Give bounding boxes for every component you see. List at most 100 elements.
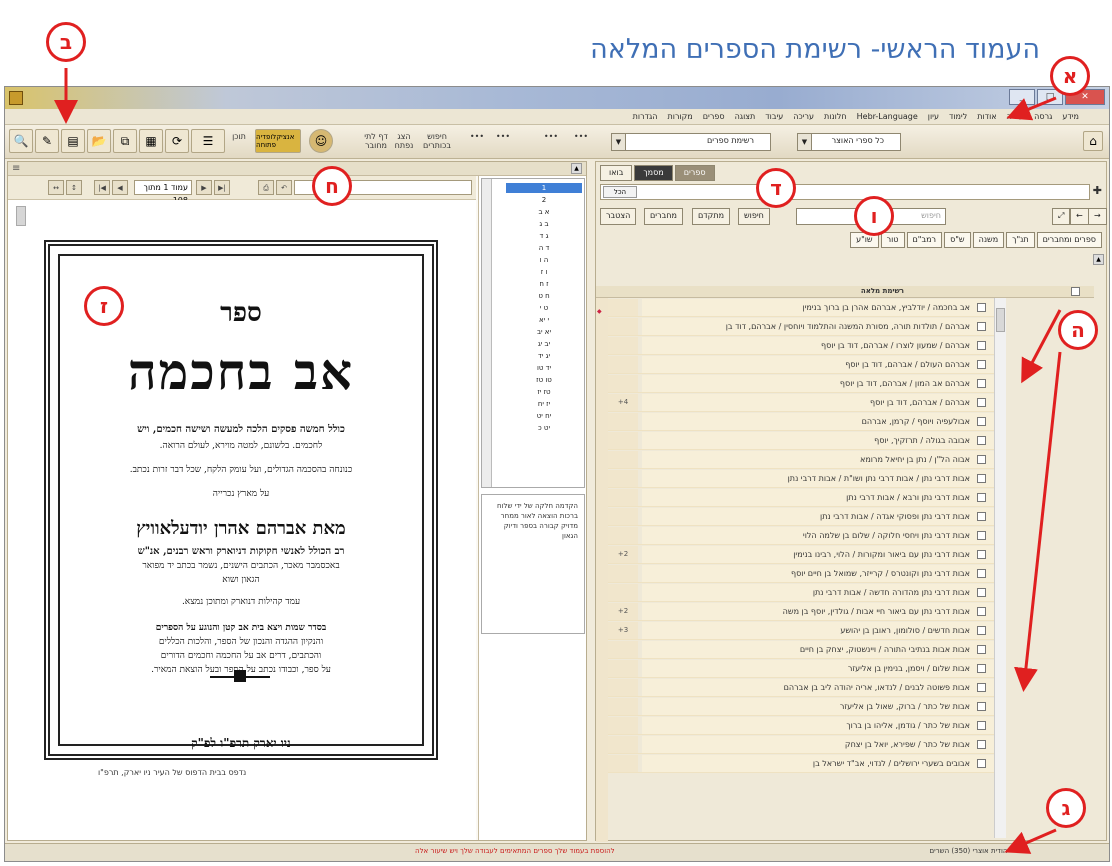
nav-dots[interactable]: ••• (493, 132, 513, 141)
category-select[interactable]: הכל (603, 186, 637, 198)
collapse-up-icon[interactable]: ▲ (571, 163, 582, 174)
encyclopedia-button[interactable]: אנציקלופדיה פתוחה (255, 129, 301, 153)
menu-item[interactable]: עריכה (793, 112, 814, 121)
list-item[interactable]: אבות דרבי נתן ופסוקי אגדה / אבות דרבי נת… (608, 508, 994, 526)
row-checkbox[interactable] (977, 398, 986, 407)
menu-item[interactable]: עזרה (1007, 112, 1025, 121)
list-item[interactable]: +2 אבות דרבי נתן עם ביאור חיי אבות / גולד… (608, 603, 994, 621)
list-item[interactable]: אבות של כתר / גודמן, אליהו בן ברוך (608, 717, 994, 735)
row-checkbox[interactable] (977, 626, 986, 635)
next-page-icon[interactable]: ▶ (196, 180, 212, 195)
nav-dots[interactable]: ••• (541, 132, 561, 141)
list-item[interactable]: אברהם העולם / אברהם, דוד בן יוסף (608, 356, 994, 374)
collapse-up-icon[interactable]: ▲ (1093, 254, 1104, 265)
row-checkbox[interactable] (977, 550, 986, 559)
filter-button[interactable]: משנה (972, 232, 1005, 248)
menu-item[interactable]: מידע (1062, 112, 1079, 121)
row-checkbox[interactable] (977, 512, 986, 521)
search-option-button[interactable]: חיפוש (738, 208, 770, 225)
fit-height-icon[interactable]: ↕ (66, 180, 82, 195)
list-item[interactable]: אבולעפיה ויוסף / קרמן, אברהם (608, 413, 994, 431)
toc-item[interactable]: יב יג (506, 339, 582, 349)
menu-item[interactable]: ספרים (703, 112, 725, 121)
menu-item[interactable]: לימוד (949, 112, 967, 121)
search-icon[interactable]: 🔍 (9, 129, 33, 153)
add-icon[interactable]: ✚ (1093, 184, 1102, 197)
list-item[interactable]: אבות דרבי נתן ויחסי חלוקה / שלום בן שלמה… (608, 527, 994, 545)
nav-label-1[interactable]: חיפוש בכותרים (419, 132, 455, 150)
library-combo[interactable]: ▼ כל ספרי האוצר (797, 133, 901, 151)
row-checkbox[interactable] (977, 683, 986, 692)
fit-width-icon[interactable]: ↔ (48, 180, 64, 195)
row-checkbox[interactable] (977, 664, 986, 673)
list-item[interactable]: אבות דרבי נתן / אבות דרבי נתן ושו"ת / אב… (608, 470, 994, 488)
filter-button[interactable]: ש"ס (944, 232, 971, 248)
list-item[interactable]: אברהם אב המון / אברהם, דוד בן יוסף (608, 375, 994, 393)
back-arrow-icon[interactable]: ← (1070, 208, 1089, 225)
folder-open-icon[interactable]: 📂 (87, 129, 111, 153)
minimize-button[interactable]: _ (1009, 89, 1035, 105)
list-combo[interactable]: ▼ רשימת ספרים (611, 133, 771, 151)
toc-item[interactable]: ח ט (506, 291, 582, 301)
refresh-icon[interactable]: ⟳ (165, 129, 189, 153)
list-item[interactable]: אבות של כתר / שפירא, יואל בן יצחק (608, 736, 994, 754)
list-item[interactable]: אבובה בגולה / תרזקיך, יוסף (608, 432, 994, 450)
filter-button[interactable]: תנ"ך (1006, 232, 1035, 248)
toc-item[interactable]: יח יט (506, 411, 582, 421)
row-checkbox[interactable] (977, 607, 986, 616)
menu-item[interactable]: עיון (928, 112, 939, 121)
home-icon[interactable]: ⌂ (1083, 131, 1103, 151)
list-item[interactable]: אברהם / שמעון לוצרו / אברהם, דוד בן יוסף (608, 337, 994, 355)
toc-item[interactable]: ז ח (506, 279, 582, 289)
select-all-checkbox[interactable] (1071, 287, 1080, 296)
notes-icon[interactable]: ▤ (61, 129, 85, 153)
category-filter-row[interactable]: הכל (600, 184, 1090, 200)
nav-dots[interactable]: ••• (467, 132, 487, 141)
row-checkbox[interactable] (977, 379, 986, 388)
page-number-input[interactable]: עמוד 1 מתוך 108 (134, 180, 192, 205)
row-checkbox[interactable] (977, 322, 986, 331)
row-checkbox[interactable] (977, 588, 986, 597)
row-checkbox[interactable] (977, 493, 986, 502)
menu-item[interactable]: גרסה (1034, 112, 1052, 121)
scrollbar-thumb[interactable] (996, 308, 1005, 332)
toc-item[interactable]: ו ז (506, 267, 582, 277)
toc-item[interactable]: ט י (506, 303, 582, 313)
hamburger-menu-icon[interactable]: ≡ (12, 163, 20, 174)
smiley-icon[interactable]: ☺ (309, 129, 333, 153)
nav-label-3[interactable]: דף לתי מחובר (363, 132, 389, 150)
copy-icon[interactable]: ⧉ (113, 129, 137, 153)
book-page-view[interactable]: ספר אב בחכמה כולל חמשה פסקים הלכה למעשה … (8, 200, 476, 840)
pencil-icon[interactable]: ✎ (35, 129, 59, 153)
nav-label-2[interactable]: הצג נפתח (391, 132, 417, 150)
toc-item[interactable]: יא יב (506, 327, 582, 337)
row-checkbox[interactable] (977, 759, 986, 768)
toc-item[interactable]: יג יד (506, 351, 582, 361)
search-option-button[interactable]: הצטבר (600, 208, 637, 225)
list-item[interactable]: אבות דרבי נתן וקונטרס / קרייזר, שמואל בן… (608, 565, 994, 583)
row-checkbox[interactable] (977, 645, 986, 654)
row-checkbox[interactable] (977, 455, 986, 464)
filter-button[interactable]: ספרים ומחברים (1036, 232, 1102, 248)
menu-item[interactable]: חלונות (824, 112, 847, 121)
toc-item[interactable]: ה ו (506, 255, 582, 265)
row-checkbox[interactable] (977, 531, 986, 540)
row-checkbox[interactable] (977, 360, 986, 369)
menu-item[interactable]: Hebr-Language (857, 112, 918, 121)
toc-item[interactable]: ב ג (506, 219, 582, 229)
toc-list[interactable]: 1 2 א ב ב ג ג ד ד ה ה ו ו ז ז ח ח ט ט י … (481, 178, 585, 488)
row-checkbox[interactable] (977, 474, 986, 483)
forward-arrow-icon[interactable]: → (1088, 208, 1107, 225)
first-page-icon[interactable]: |◀ (94, 180, 110, 195)
toc-item[interactable]: 2 (506, 195, 582, 205)
row-checkbox[interactable] (977, 341, 986, 350)
row-checkbox[interactable] (977, 569, 986, 578)
last-page-icon[interactable]: ▶| (214, 180, 230, 195)
row-checkbox[interactable] (977, 436, 986, 445)
filter-button[interactable]: טור (880, 232, 905, 248)
toc-scrollbar[interactable] (482, 179, 492, 487)
list-item[interactable]: אברהם / תולדות תורה, מסורת המשנה והתלמוד… (608, 318, 994, 336)
search-option-button[interactable]: מחברים (644, 208, 683, 225)
list-item[interactable]: +3 אבות חדשים / סולומון, ראובן בן יהושע (608, 622, 994, 640)
filter-button[interactable]: רמב"ם (906, 232, 943, 248)
